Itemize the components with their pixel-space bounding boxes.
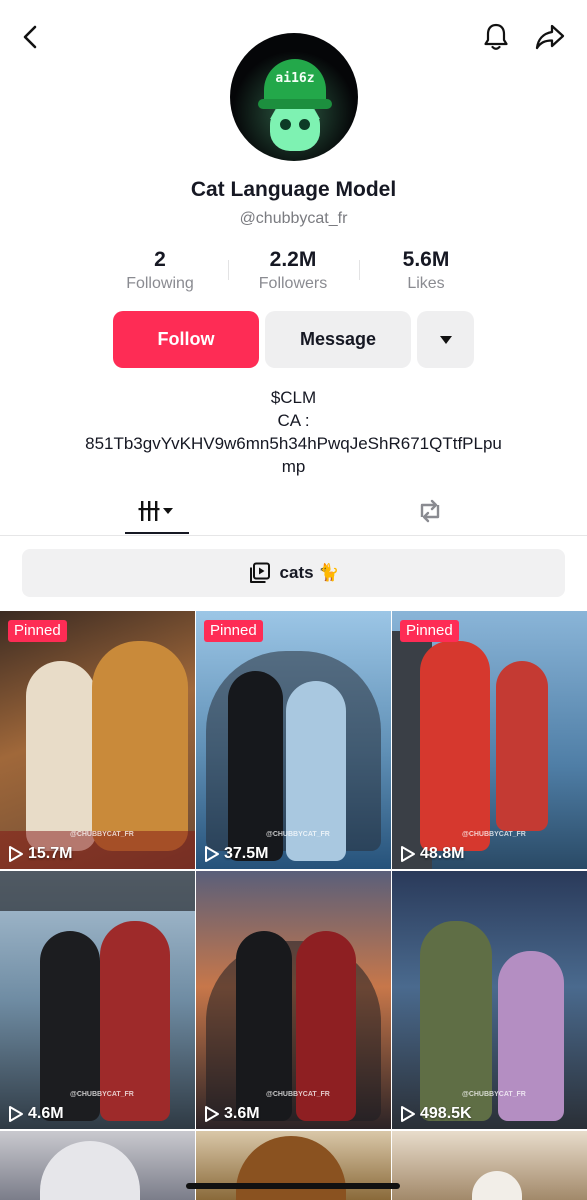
- tab-videos[interactable]: [125, 494, 189, 528]
- video-watermark: @CHUBBYCAT_FR: [462, 1091, 526, 1098]
- video-thumbnail[interactable]: Pinned @CHUBBYCAT_FR 15.7M: [0, 611, 195, 869]
- view-count: 4.6M: [8, 1105, 64, 1123]
- profile-handle: @chubbycat_fr: [239, 210, 348, 227]
- share-arrow-icon: [535, 24, 565, 50]
- bio-line: $CLM: [270, 388, 317, 407]
- stat-following[interactable]: 2 Following: [90, 247, 230, 295]
- video-watermark: @CHUBBYCAT_FR: [266, 831, 330, 838]
- video-thumbnail[interactable]: @CHUBBYCAT_FR 4.6M: [0, 871, 195, 1129]
- play-icon: [401, 846, 415, 862]
- profile-avatar[interactable]: ai16z: [230, 33, 358, 161]
- stat-followers[interactable]: 2.2M Followers: [223, 247, 363, 295]
- video-watermark: @CHUBBYCAT_FR: [462, 831, 526, 838]
- play-icon: [401, 1106, 415, 1122]
- view-count-value: 4.6M: [28, 1105, 64, 1122]
- video-thumbnail[interactable]: Pinned @CHUBBYCAT_FR 48.8M: [392, 611, 587, 869]
- bell-icon: [484, 23, 508, 50]
- video-watermark: @CHUBBYCAT_FR: [70, 831, 134, 838]
- view-count: 37.5M: [204, 845, 268, 863]
- view-count: 15.7M: [8, 845, 72, 863]
- play-icon: [9, 1106, 23, 1122]
- stat-followers-label: Followers: [258, 275, 328, 292]
- more-options-button[interactable]: [417, 311, 474, 368]
- tab-active-indicator: [125, 532, 189, 534]
- follow-button[interactable]: Follow: [113, 311, 259, 368]
- tab-divider: [0, 535, 587, 536]
- stat-likes[interactable]: 5.6M Likes: [356, 247, 496, 295]
- message-button[interactable]: Message: [265, 311, 411, 368]
- bio-line: mp: [281, 457, 306, 476]
- profile-bio: $CLM CA : 851Tb3gvYvKHV9w6mn5h34hPwqJeSh…: [40, 386, 547, 478]
- video-watermark: @CHUBBYCAT_FR: [266, 1091, 330, 1098]
- stat-followers-value: 2.2M: [269, 248, 317, 271]
- caret-down-icon: [439, 335, 452, 344]
- view-count: 3.6M: [204, 1105, 260, 1123]
- pinned-badge: Pinned: [400, 620, 459, 642]
- stat-likes-value: 5.6M: [402, 248, 450, 271]
- view-count-value: 498.5K: [420, 1105, 472, 1122]
- grid-bars-icon: [138, 501, 173, 521]
- stat-following-label: Following: [126, 275, 194, 292]
- stat-following-value: 2: [154, 248, 166, 271]
- view-count-value: 37.5M: [224, 845, 269, 862]
- playlist-label: cats 🐈: [279, 563, 340, 582]
- chevron-left-icon: [23, 25, 37, 49]
- video-thumbnail[interactable]: @CHUBBYCAT_FR 3.6M: [196, 871, 391, 1129]
- view-count-value: 3.6M: [224, 1105, 260, 1122]
- tab-reposts[interactable]: [408, 494, 452, 528]
- profile-name: Cat Language Model: [190, 178, 397, 201]
- playlist-icon: [249, 562, 270, 583]
- view-count-value: 15.7M: [28, 845, 73, 862]
- bio-line: CA :: [277, 411, 310, 430]
- view-count-value: 48.8M: [420, 845, 465, 862]
- back-button[interactable]: [12, 22, 48, 52]
- notifications-button[interactable]: [478, 20, 514, 54]
- bio-contract-address: 851Tb3gvYvKHV9w6mn5h34hPwqJeShR671QTtfPL…: [85, 434, 502, 453]
- video-thumbnail[interactable]: @CHUBBYCAT_FR 498.5K: [392, 871, 587, 1129]
- pinned-badge: Pinned: [8, 620, 67, 642]
- share-button[interactable]: [530, 20, 570, 54]
- video-thumbnail[interactable]: Pinned @CHUBBYCAT_FR 37.5M: [196, 611, 391, 869]
- video-thumbnail[interactable]: [392, 1131, 587, 1200]
- play-icon: [205, 1106, 219, 1122]
- video-thumbnail[interactable]: [0, 1131, 195, 1200]
- home-indicator: [186, 1183, 400, 1189]
- avatar-cap-text: ai16z: [275, 71, 315, 86]
- view-count: 498.5K: [400, 1105, 472, 1123]
- video-watermark: @CHUBBYCAT_FR: [70, 1091, 134, 1098]
- stat-likes-label: Likes: [407, 275, 445, 292]
- view-count: 48.8M: [400, 845, 464, 863]
- playlist-button[interactable]: cats 🐈: [22, 549, 565, 597]
- play-icon: [9, 846, 23, 862]
- repost-icon: [420, 499, 440, 523]
- pinned-badge: Pinned: [204, 620, 263, 642]
- video-thumbnail[interactable]: [196, 1131, 391, 1200]
- play-icon: [205, 846, 219, 862]
